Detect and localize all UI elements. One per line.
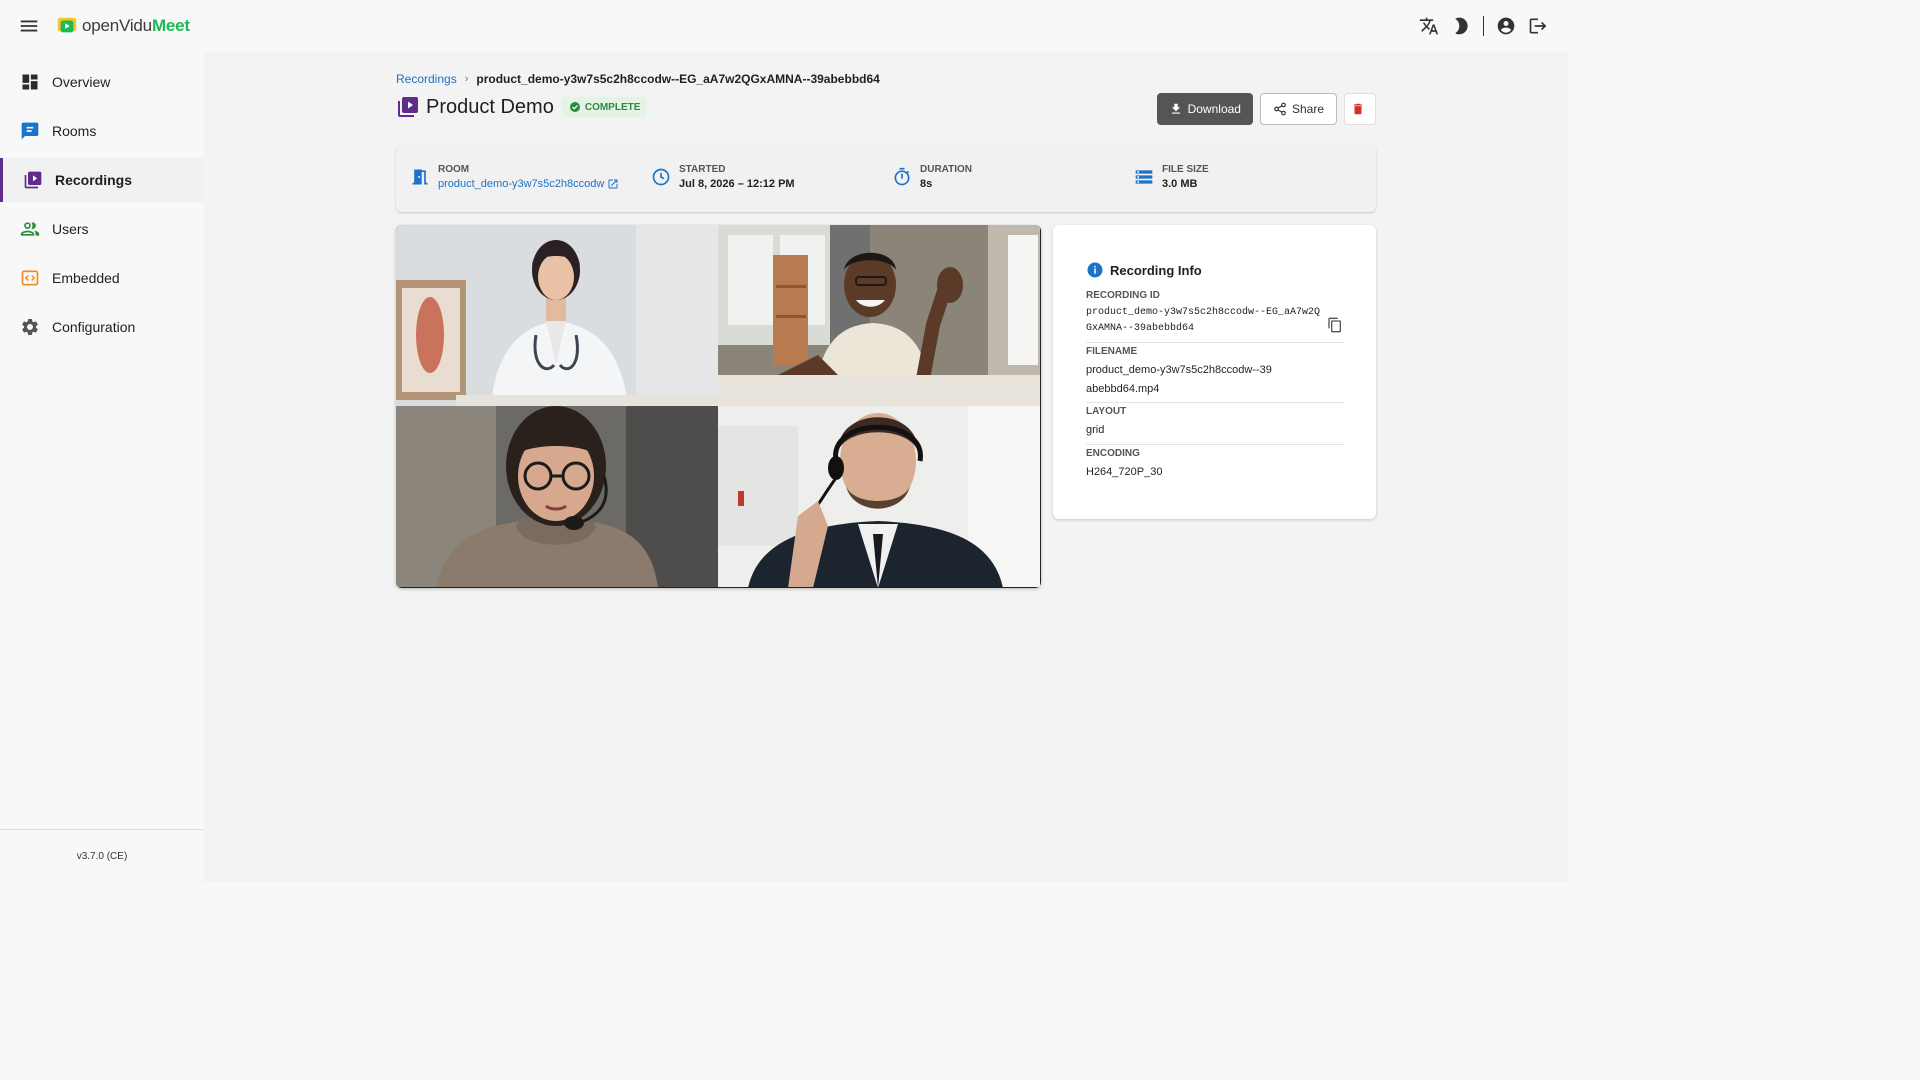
chevron-right-icon: › <box>464 73 469 85</box>
duration-value: 8s <box>920 178 933 190</box>
room-link[interactable]: product_demo-y3w7s5c2h8ccodw <box>438 178 619 190</box>
info-icon <box>1087 262 1103 278</box>
file-size-value: 3.0 MB <box>1162 178 1198 190</box>
recording-id-value: product_demo-y3w7s5c2h8ccodw--EG_aA7w2QG… <box>1086 307 1321 334</box>
share-icon <box>1274 102 1286 116</box>
breadcrumb-recordings-link[interactable]: Recordings <box>396 72 457 86</box>
filename-field: FILENAME product_demo-y3w7s5c2h8ccodw--3… <box>1086 346 1344 399</box>
participant-tile-3 <box>396 406 718 587</box>
sidebar-item-embedded[interactable]: Embedded <box>0 256 204 300</box>
check-circle-icon <box>569 102 580 112</box>
sidebar-item-label: Embedded <box>52 270 120 286</box>
gear-icon <box>22 318 38 335</box>
download-button[interactable]: Download <box>1156 93 1253 125</box>
recording-id-field: RECORDING ID product_demo-y3w7s5c2h8ccod… <box>1086 290 1344 337</box>
filename-value: product_demo-y3w7s5c2h8ccodw--39abebbd64… <box>1086 364 1272 395</box>
chat-room-icon <box>21 122 39 140</box>
sidebar: Overview Rooms Recordings Users Embedded… <box>0 52 204 882</box>
sidebar-item-users[interactable]: Users <box>0 207 204 251</box>
sidebar-item-rooms[interactable]: Rooms <box>0 109 204 153</box>
share-button[interactable]: Share <box>1259 93 1337 125</box>
share-label: Share <box>1291 102 1324 116</box>
download-icon <box>1171 103 1180 114</box>
card-title: Recording Info <box>1110 262 1202 278</box>
layout-label: LAYOUT <box>1086 406 1127 417</box>
version-label: v3.7.0 (CE) <box>0 829 204 882</box>
sidebar-item-label: Recordings <box>55 172 133 188</box>
clock-icon <box>652 168 670 186</box>
file-size-label: FILE SIZE <box>1162 164 1209 175</box>
field-divider <box>1086 342 1344 343</box>
started-label: STARTED <box>679 164 726 175</box>
door-icon <box>412 169 428 185</box>
embed-code-icon <box>21 270 39 286</box>
recording-info-card: Recording Info RECORDING ID product_demo… <box>1053 225 1376 519</box>
copy-icon[interactable] <box>1327 317 1343 333</box>
file-size-info: FILE SIZE 3.0 MB <box>1134 164 1209 190</box>
menu-icon[interactable] <box>18 15 40 37</box>
layout-value: grid <box>1086 424 1105 436</box>
delete-button[interactable] <box>1344 93 1376 125</box>
app-logo[interactable]: openViduMeet <box>56 15 190 37</box>
participant-tile-1 <box>396 225 718 406</box>
sidebar-item-overview[interactable]: Overview <box>0 60 204 104</box>
sidebar-item-label: Users <box>52 221 89 237</box>
logo-text-accent: Meet <box>151 16 190 35</box>
field-divider <box>1086 402 1344 403</box>
download-label: Download <box>1187 102 1241 116</box>
account-icon[interactable] <box>1494 14 1518 38</box>
video-player[interactable] <box>396 225 1041 588</box>
logo-icon <box>57 17 77 33</box>
theme-toggle-icon[interactable] <box>1449 14 1473 38</box>
field-divider <box>1086 444 1344 445</box>
encoding-label: ENCODING <box>1086 448 1140 459</box>
filename-label: FILENAME <box>1086 346 1138 357</box>
logout-icon[interactable] <box>1526 14 1550 38</box>
dashboard-icon <box>22 74 38 90</box>
encoding-field: ENCODING H264_720P_30 <box>1086 448 1344 482</box>
external-link-icon <box>608 179 618 189</box>
started-value: Jul 8, 2026 – 12:12 PM <box>679 178 795 190</box>
status-text: COMPLETE <box>584 101 641 113</box>
recording-summary-bar: ROOM product_demo-y3w7s5c2h8ccodw STARTE… <box>396 145 1376 212</box>
duration-label: DURATION <box>920 164 973 175</box>
top-bar: openViduMeet <box>0 0 1568 52</box>
video-library-icon <box>398 97 418 117</box>
sidebar-item-label: Configuration <box>52 319 136 335</box>
room-value: product_demo-y3w7s5c2h8ccodw <box>438 178 605 190</box>
logo-text: openVidu <box>82 16 152 35</box>
duration-info: DURATION 8s <box>892 164 972 190</box>
toolbar-divider <box>1483 16 1484 36</box>
video-library-icon <box>24 171 42 189</box>
recording-id-label: RECORDING ID <box>1086 290 1160 301</box>
trash-icon <box>1353 103 1362 115</box>
users-icon <box>20 222 40 236</box>
sidebar-item-label: Rooms <box>52 123 97 139</box>
room-label: ROOM <box>438 164 470 175</box>
sidebar-item-recordings[interactable]: Recordings <box>0 158 204 202</box>
timer-icon <box>894 167 910 186</box>
breadcrumb-current: product_demo-y3w7s5c2h8ccodw--EG_aA7w2QG… <box>476 72 880 86</box>
participant-tile-2 <box>718 225 1040 406</box>
translate-icon[interactable] <box>1417 14 1441 38</box>
breadcrumb: Recordings › product_demo-y3w7s5c2h8ccod… <box>396 72 880 86</box>
sidebar-item-label: Overview <box>52 74 111 90</box>
page-title: Product Demo <box>426 95 554 118</box>
status-badge: COMPLETE <box>561 97 648 117</box>
participant-tile-4 <box>718 406 1040 587</box>
room-info: ROOM product_demo-y3w7s5c2h8ccodw <box>410 164 619 190</box>
started-info: STARTED Jul 8, 2026 – 12:12 PM <box>651 164 795 190</box>
layout-field: LAYOUT grid <box>1086 406 1344 440</box>
encoding-value: H264_720P_30 <box>1086 466 1163 478</box>
storage-icon <box>1135 170 1153 184</box>
sidebar-item-configuration[interactable]: Configuration <box>0 305 204 349</box>
